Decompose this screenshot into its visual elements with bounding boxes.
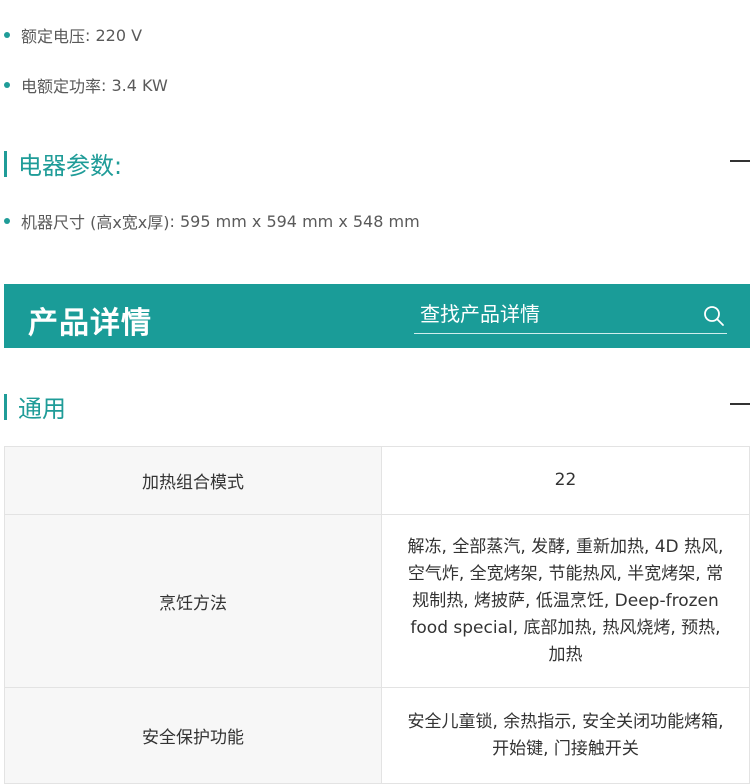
table-cell-value: 安全儿童锁, 余热指示, 安全关闭功能烤箱, 开始键, 门接触开关: [381, 687, 750, 784]
product-detail-banner: 产品详情: [4, 284, 750, 348]
spec-value: 595 mm x 594 mm x 548 mm: [180, 211, 420, 231]
spec-label: 电额定功率: [21, 77, 102, 96]
section-general-header[interactable]: 通用: [4, 389, 750, 424]
spec-item-dimensions: 机器尺寸 (高x宽x厚): 595 mm x 594 mm x 548 mm: [0, 209, 420, 233]
section-electrical-header[interactable]: 电器参数:: [4, 146, 750, 181]
bullet-dot: [4, 32, 10, 38]
bullet-dot: [4, 218, 10, 224]
spec-table: 加热组合模式 22 烹饪方法 解冻, 全部蒸汽, 发酵, 重新加热, 4D 热风…: [4, 446, 750, 784]
spec-value: 220 V: [95, 25, 143, 45]
section-title: 电器参数:: [18, 152, 123, 180]
spec-value: 3.4 KW: [111, 75, 168, 95]
spec-item-voltage: 额定电压: 220 V: [0, 23, 142, 47]
banner-title: 产品详情: [28, 306, 152, 341]
spec-item-power: 电额定功率: 3.4 KW: [0, 73, 168, 97]
search-box[interactable]: [414, 297, 727, 334]
spec-label: 机器尺寸 (高x宽x厚): [21, 213, 170, 232]
search-icon[interactable]: [703, 305, 725, 327]
collapse-minus-icon[interactable]: [730, 403, 750, 405]
table-cell-label: 安全保护功能: [4, 687, 382, 784]
table-cell-label: 烹饪方法: [4, 514, 382, 688]
section-accent-bar: [4, 150, 7, 177]
section-title: 通用: [18, 395, 66, 423]
table-cell-value: 22: [381, 446, 750, 515]
search-input[interactable]: [414, 297, 690, 331]
table-cell-label: 加热组合模式: [4, 446, 382, 515]
spec-label: 额定电压: [21, 27, 86, 46]
bullet-dot: [4, 82, 10, 88]
table-row: 烹饪方法 解冻, 全部蒸汽, 发酵, 重新加热, 4D 热风, 空气炸, 全宽烤…: [4, 514, 750, 688]
table-cell-value: 解冻, 全部蒸汽, 发酵, 重新加热, 4D 热风, 空气炸, 全宽烤架, 节能…: [381, 514, 750, 688]
table-row: 安全保护功能 安全儿童锁, 余热指示, 安全关闭功能烤箱, 开始键, 门接触开关: [4, 687, 750, 784]
table-row: 加热组合模式 22: [4, 446, 750, 515]
collapse-minus-icon[interactable]: [730, 160, 750, 162]
section-accent-bar: [4, 393, 7, 420]
